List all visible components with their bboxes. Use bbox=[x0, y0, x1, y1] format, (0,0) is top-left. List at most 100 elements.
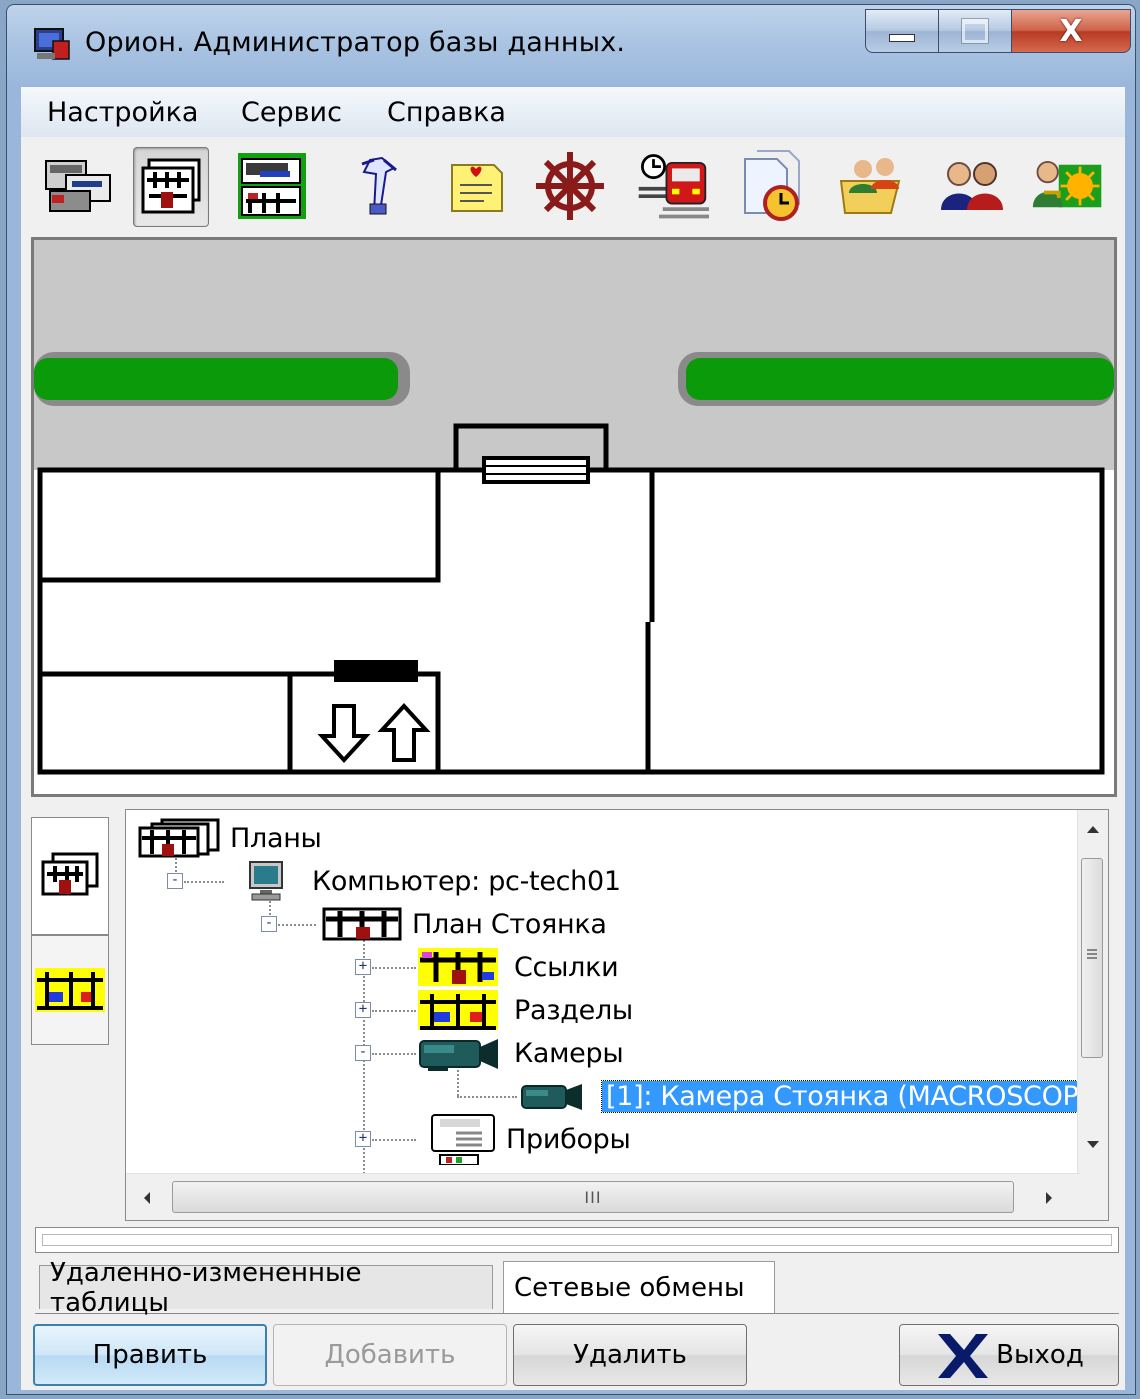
device-icon bbox=[431, 1114, 495, 1165]
camera-icon bbox=[521, 1084, 582, 1110]
plan-view[interactable] bbox=[31, 237, 1117, 797]
maximize-button[interactable] bbox=[939, 9, 1012, 53]
keyholder-icon bbox=[361, 156, 397, 215]
app-icon[interactable] bbox=[33, 27, 71, 61]
menu-bar: Настройка Сервис Справка bbox=[21, 87, 1125, 137]
toolbar-keyholder-button[interactable] bbox=[341, 147, 415, 225]
scroll-right-arrow-icon[interactable] bbox=[1044, 1190, 1054, 1206]
tree-item-label: Компьютер: pc-tech01 bbox=[312, 865, 621, 897]
plan-icon bbox=[322, 907, 402, 941]
toolbar-plans-button[interactable] bbox=[133, 147, 209, 227]
tree-connector bbox=[457, 1096, 517, 1098]
toolbar-user-key-button[interactable] bbox=[1031, 147, 1105, 225]
tree-item-label: Ссылки bbox=[514, 951, 619, 983]
tree-item-label: Приборы bbox=[506, 1123, 631, 1155]
devices-icon bbox=[45, 160, 111, 212]
scroll-left-arrow-icon[interactable] bbox=[142, 1190, 152, 1206]
toolbar-wheel-button[interactable] bbox=[533, 147, 607, 225]
tree-item-label: План Стоянка bbox=[412, 908, 607, 940]
collapse-toggle[interactable]: - bbox=[261, 916, 277, 932]
exit-button[interactable]: Выход bbox=[899, 1324, 1119, 1386]
expand-toggle[interactable]: + bbox=[355, 1131, 371, 1147]
plans-icon bbox=[138, 818, 220, 858]
plans-icon bbox=[141, 158, 201, 214]
menu-service[interactable]: Сервис bbox=[241, 97, 342, 128]
tree-item-label: Разделы bbox=[514, 994, 633, 1026]
tree-connector bbox=[184, 881, 224, 883]
toolbar-notepad-button[interactable] bbox=[439, 147, 513, 225]
toolbar-devices-button[interactable] bbox=[41, 147, 115, 225]
tree-horizontal-scrollbar[interactable]: III bbox=[126, 1173, 1080, 1220]
users-folder-icon bbox=[839, 158, 901, 214]
maximize-icon bbox=[962, 19, 988, 43]
train-schedule-icon bbox=[638, 154, 709, 219]
vertical-scroll-thumb[interactable] bbox=[1081, 858, 1103, 1058]
bottom-tab-strip: Удаленно-измененные таблицы Сетевые обме… bbox=[35, 1258, 1119, 1318]
tree-vertical-scrollbar[interactable] bbox=[1077, 810, 1108, 1174]
plans-icon bbox=[41, 852, 99, 896]
sections-icon bbox=[35, 968, 105, 1012]
window-title: Орион. Администратор базы данных. bbox=[85, 27, 626, 58]
panel-icon bbox=[238, 153, 306, 219]
links-icon bbox=[418, 948, 498, 986]
app-window: Орион. Администратор базы данных. X Наст… bbox=[6, 4, 1136, 1395]
toolbar-panel-button[interactable] bbox=[235, 147, 309, 225]
tree-item-devices[interactable]: Приборы bbox=[426, 1114, 631, 1165]
computer-icon bbox=[249, 861, 283, 901]
delete-button[interactable]: Удалить bbox=[513, 1324, 747, 1386]
side-tab-sections[interactable] bbox=[31, 935, 109, 1045]
close-button[interactable]: X bbox=[1012, 9, 1131, 53]
tree-item-label-selected: [1]: Камера Стоянка (MACROSCOP bbox=[601, 1079, 1082, 1113]
tab-remote-changed-tables[interactable]: Удаленно-измененные таблицы bbox=[39, 1258, 493, 1318]
tree-item-sections[interactable]: Разделы bbox=[418, 990, 633, 1030]
calendar-alarm-icon bbox=[744, 150, 800, 221]
notepad-icon bbox=[451, 164, 503, 212]
tree-item-links[interactable]: Ссылки bbox=[418, 947, 619, 987]
tree-viewport: - - + + - + Планы Компьютер: pc-tech01 П… bbox=[126, 810, 1082, 1174]
side-tab-plans[interactable] bbox=[31, 817, 109, 935]
toolbar-calendar-button[interactable] bbox=[735, 147, 809, 225]
sections-icon bbox=[418, 990, 498, 1030]
user-key-icon bbox=[1032, 161, 1102, 208]
expand-toggle[interactable]: + bbox=[355, 1002, 371, 1018]
object-tree[interactable]: - - + + - + Планы Компьютер: pc-tech01 П… bbox=[125, 809, 1109, 1221]
tab-network-exchanges[interactable]: Сетевые обмены bbox=[503, 1261, 775, 1313]
tree-connector bbox=[372, 967, 416, 969]
tree-item-computer[interactable]: Компьютер: pc-tech01 bbox=[238, 861, 621, 901]
menu-settings[interactable]: Настройка bbox=[47, 97, 198, 128]
tree-item-plan-parking[interactable]: План Стоянка bbox=[322, 904, 607, 944]
tree-item-cameras[interactable]: Камеры bbox=[418, 1033, 624, 1073]
camera-icon bbox=[419, 1039, 498, 1071]
tree-item-camera-parking[interactable]: [1]: Камера Стоянка (MACROSCOP bbox=[520, 1076, 1082, 1116]
status-strip bbox=[35, 1227, 1119, 1253]
tree-connector bbox=[372, 1053, 416, 1055]
minimize-icon bbox=[889, 34, 915, 42]
title-bar[interactable]: Орион. Администратор базы данных. X bbox=[7, 5, 1135, 85]
tree-connector bbox=[372, 1139, 416, 1141]
tree-item-label: Планы bbox=[230, 822, 322, 854]
tree-connector bbox=[372, 1010, 416, 1012]
collapse-toggle[interactable]: - bbox=[167, 873, 183, 889]
horizontal-scroll-thumb[interactable]: III bbox=[172, 1181, 1014, 1213]
toolbar-schedule-button[interactable] bbox=[635, 147, 709, 225]
edit-button[interactable]: Править bbox=[33, 1324, 267, 1386]
minimize-button[interactable] bbox=[865, 9, 939, 53]
collapse-toggle[interactable]: - bbox=[355, 1045, 371, 1061]
expand-toggle[interactable]: + bbox=[355, 959, 371, 975]
exit-x-icon bbox=[938, 1334, 989, 1378]
scrollbar-corner bbox=[1078, 1174, 1108, 1220]
helm-wheel-icon bbox=[536, 152, 604, 220]
scroll-up-arrow-icon[interactable] bbox=[1085, 824, 1101, 834]
toolbar-users-folder-button[interactable] bbox=[837, 147, 911, 225]
toolbar bbox=[21, 139, 1125, 233]
exit-button-label: Выход bbox=[996, 1340, 1084, 1370]
menu-help[interactable]: Справка bbox=[387, 97, 506, 128]
tree-connector bbox=[278, 924, 316, 926]
progress-bar bbox=[42, 1234, 1112, 1246]
grip-icon bbox=[1087, 949, 1097, 959]
toolbar-user-group-button[interactable] bbox=[935, 147, 1009, 225]
add-button[interactable]: Добавить bbox=[273, 1324, 507, 1386]
tree-item-plans[interactable]: Планы bbox=[138, 818, 322, 858]
close-icon: X bbox=[1059, 13, 1083, 49]
scroll-down-arrow-icon[interactable] bbox=[1085, 1140, 1101, 1150]
